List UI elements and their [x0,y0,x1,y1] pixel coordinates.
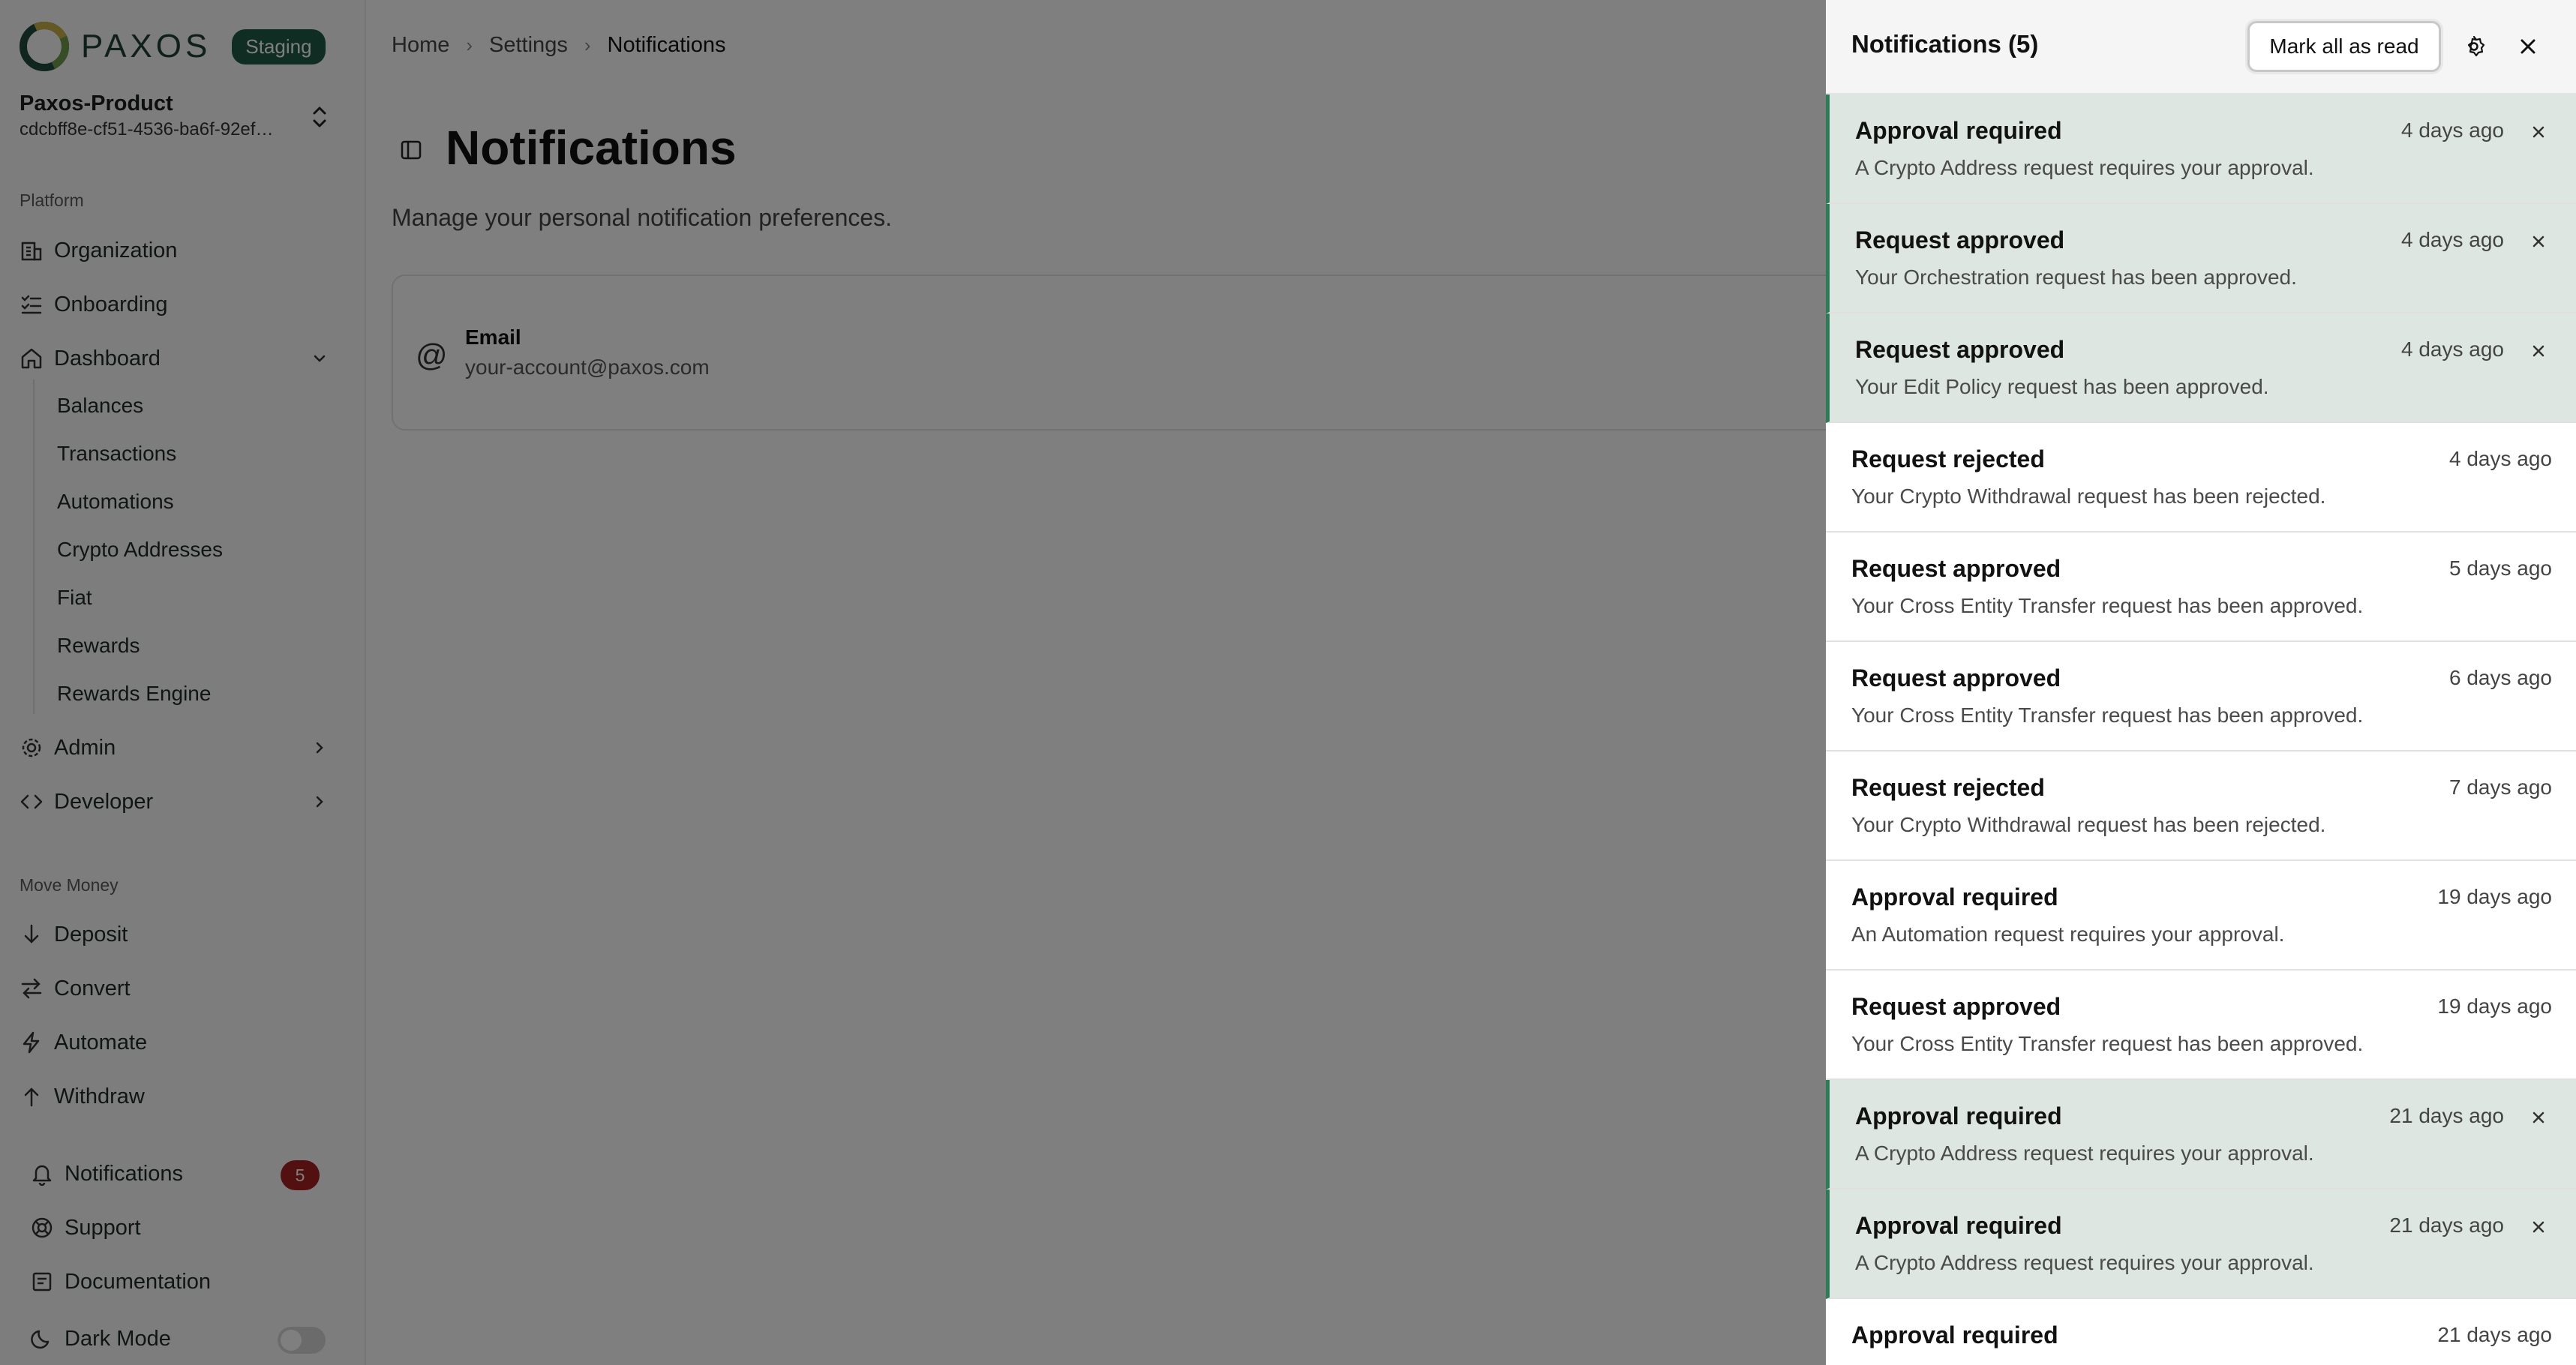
close-drawer-icon[interactable] [2510,28,2546,64]
notification-item[interactable]: Request rejected Your Crypto Withdrawal … [1826,752,2576,861]
notification-body: A Crypto Address request requires your a… [1855,1142,2314,1165]
modal-overlay[interactable] [0,0,1826,1365]
notification-time: 4 days ago [2449,447,2552,470]
drawer-header: Notifications (5) Mark all as read [1826,0,2576,94]
notifications-drawer: Notifications (5) Mark all as read Appro… [1826,0,2576,1365]
notification-title: Request approved [1851,555,2061,582]
notification-item[interactable]: Request approved Your Cross Entity Trans… [1826,970,2576,1080]
notification-time: 4 days ago [2401,338,2504,361]
notification-item[interactable]: Approval required An Automation request … [1826,861,2576,970]
notification-title: Request approved [1851,993,2061,1020]
notification-body: A Crypto Address request requires your a… [1855,156,2314,179]
notification-item[interactable]: Approval required A Crypto Address reque… [1826,1080,2576,1190]
notification-item[interactable]: Request approved Your Edit Policy reques… [1826,314,2576,423]
notification-time: 19 days ago [2437,994,2552,1018]
notification-item[interactable]: Approval required 21 days ago [1826,1299,2576,1365]
notification-item[interactable]: Request approved Your Orchestration requ… [1826,204,2576,314]
dismiss-icon[interactable] [2523,1102,2553,1132]
notification-time: 5 days ago [2449,556,2552,580]
notification-time: 7 days ago [2449,776,2552,799]
notification-body: Your Cross Entity Transfer request has b… [1851,1032,2364,1055]
notification-title: Approval required [1851,884,2058,910]
notification-list: Approval required A Crypto Address reque… [1826,94,2576,1365]
notification-item[interactable]: Approval required A Crypto Address reque… [1826,1190,2576,1299]
notification-time: 6 days ago [2449,666,2552,689]
notification-time: 19 days ago [2437,885,2552,908]
mark-all-read-button[interactable]: Mark all as read [2247,21,2441,72]
settings-gear-icon[interactable] [2456,28,2492,64]
notification-body: Your Cross Entity Transfer request has b… [1851,704,2364,727]
notification-time: 21 days ago [2389,1104,2504,1127]
notification-body: A Crypto Address request requires your a… [1855,1251,2314,1274]
notification-body: Your Edit Policy request has been approv… [1855,375,2269,398]
dismiss-icon[interactable] [2523,336,2553,366]
notification-body: Your Orchestration request has been appr… [1855,266,2297,289]
notification-item[interactable]: Approval required A Crypto Address reque… [1826,94,2576,204]
dismiss-icon[interactable] [2523,226,2553,256]
notification-title: Request approved [1855,226,2065,254]
notification-title: Request approved [1855,336,2065,363]
notification-title: Approval required [1855,1102,2062,1130]
notification-title: Approval required [1851,1322,2058,1348]
dismiss-icon[interactable] [2523,117,2553,147]
notification-body: An Automation request requires your appr… [1851,922,2285,946]
notification-item[interactable]: Request approved Your Cross Entity Trans… [1826,532,2576,642]
notification-body: Your Crypto Withdrawal request has been … [1851,813,2326,836]
notification-body: Your Cross Entity Transfer request has b… [1851,594,2364,617]
notification-time: 21 days ago [2437,1323,2552,1346]
notification-item[interactable]: Request rejected Your Crypto Withdrawal … [1826,423,2576,532]
notification-title: Approval required [1855,117,2062,144]
notification-title: Request rejected [1851,774,2045,801]
notification-item[interactable]: Request approved Your Cross Entity Trans… [1826,642,2576,752]
drawer-title: Notifications (5) [1851,30,2039,58]
notification-title: Approval required [1855,1212,2062,1239]
notification-time: 4 days ago [2401,118,2504,142]
notification-time: 4 days ago [2401,228,2504,251]
dismiss-icon[interactable] [2523,1212,2553,1242]
notification-time: 21 days ago [2389,1214,2504,1237]
notification-body: Your Crypto Withdrawal request has been … [1851,484,2326,508]
notification-title: Request rejected [1851,446,2045,472]
notification-title: Request approved [1851,664,2061,692]
